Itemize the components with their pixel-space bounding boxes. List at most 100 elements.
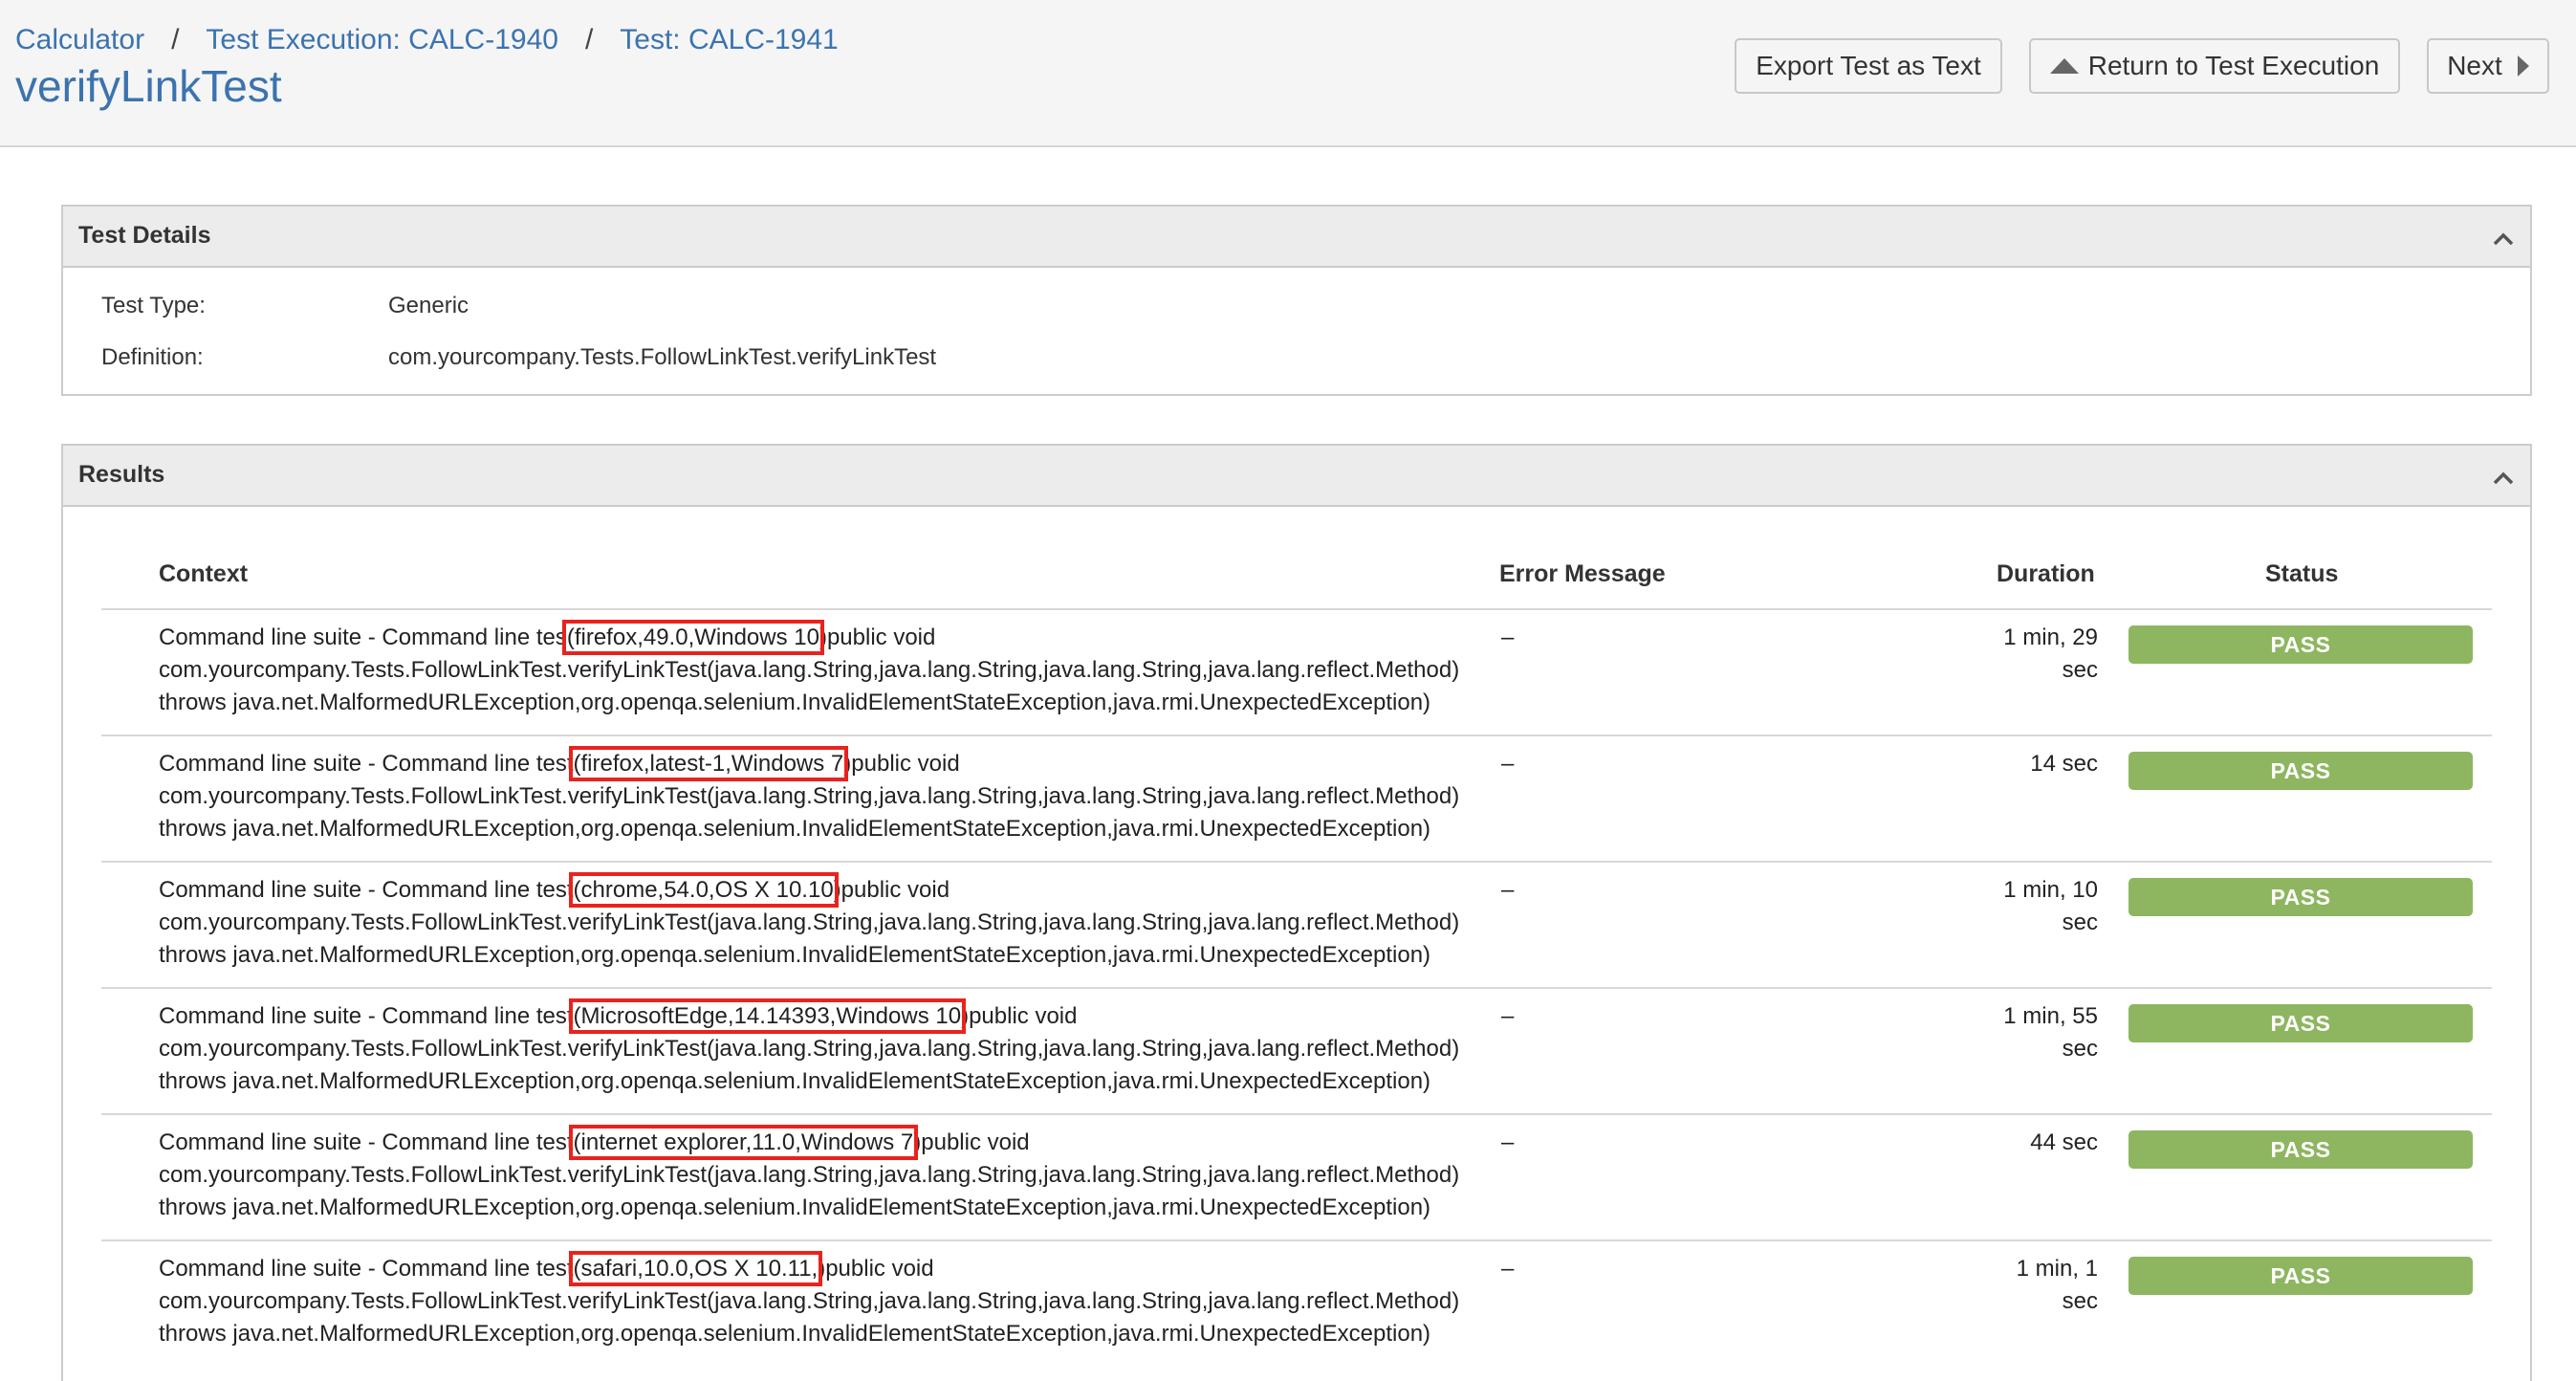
context-throws: throws java.net.MalformedURLException,or… [159,942,1431,968]
context-suffix: )public void [819,625,936,650]
duration-line-1: 1 min, 10 [2003,877,2098,903]
context-suffix: )public void [961,1003,1078,1029]
page-header: Calculator / Test Execution: CALC-1940 /… [0,0,2576,147]
test-details-title: Test Details [78,222,211,249]
table-row: Command line suite - Command line test(M… [101,987,2492,1113]
context-prefix: Command line suite - Command line test [159,877,574,903]
context-prefix: Command line suite - Command line tes [159,625,567,650]
context-throws: throws java.net.MalformedURLException,or… [159,1068,1431,1094]
error-message: – [1501,1256,1515,1282]
results-header: Results [63,446,2530,507]
column-header-context: Context [159,560,249,587]
row-context: Command line suite - Command line test(s… [159,1251,1593,1350]
browser-config-highlight: (chrome,54.0,OS X 10.10 [568,872,839,908]
browser-config-highlight: (internet explorer,11.0,Windows 7 [568,1125,919,1160]
context-prefix: Command line suite - Command line test [159,1129,574,1155]
breadcrumb-execution-link[interactable]: Test Execution: CALC-1940 [206,24,558,56]
duration: 1 min, 10 sec [1907,874,2098,939]
context-suffix: )public void [833,877,950,903]
table-row: Command line suite - Command line test(s… [101,1239,2492,1362]
column-header-status: Status [2265,560,2339,587]
context-throws: throws java.net.MalformedURLException,or… [159,1195,1431,1220]
breadcrumb-test-link[interactable]: Test: CALC-1941 [620,24,838,56]
chevron-up-icon[interactable] [2490,226,2517,252]
results-title: Results [78,461,165,488]
return-to-execution-button[interactable]: Return to Test Execution [2029,38,2400,94]
error-message: – [1501,751,1515,777]
breadcrumb-separator: / [584,24,594,55]
browser-config-highlight: (MicrosoftEdge,14.14393,Windows 10 [568,998,967,1034]
context-method: com.yourcompany.Tests.FollowLinkTest.ver… [159,1288,1460,1314]
status-badge: PASS [2128,752,2473,790]
definition-label: Definition: [101,344,204,370]
test-details-header: Test Details [63,207,2530,268]
row-context: Command line suite - Command line tes(fi… [159,620,1593,719]
row-context: Command line suite - Command line test(i… [159,1125,1593,1224]
context-method: com.yourcompany.Tests.FollowLinkTest.ver… [159,1162,1460,1188]
browser-config-highlight: (firefox,latest-1,Windows 7 [568,746,849,781]
context-method: com.yourcompany.Tests.FollowLinkTest.ver… [159,783,1460,809]
context-method: com.yourcompany.Tests.FollowLinkTest.ver… [159,910,1460,935]
breadcrumb-separator: / [171,24,180,55]
triangle-up-icon [2049,58,2079,74]
breadcrumb-project-link[interactable]: Calculator [15,24,144,56]
row-context: Command line suite - Command line test(c… [159,872,1593,972]
breadcrumb: Calculator / Test Execution: CALC-1940 /… [15,19,839,61]
error-message: – [1501,1129,1515,1155]
duration-line-1: 44 sec [2030,1129,2098,1155]
context-suffix: )public void [913,1129,1030,1155]
test-type-label: Test Type: [101,293,206,318]
test-details-panel: Test Details Test Type: Generic Definiti… [61,205,2532,396]
error-message: – [1501,1003,1515,1029]
context-method: com.yourcompany.Tests.FollowLinkTest.ver… [159,1036,1460,1062]
next-label: Next [2447,51,2502,80]
status-badge: PASS [2128,1130,2473,1169]
browser-config-highlight: (safari,10.0,OS X 10.11, [568,1251,823,1286]
duration-line-2: sec [2062,1288,2098,1314]
table-row: Command line suite - Command line test(c… [101,861,2492,987]
return-label: Return to Test Execution [2087,51,2380,80]
test-type-value: Generic [388,293,469,318]
duration-line-1: 1 min, 1 [2016,1256,2098,1282]
context-throws: throws java.net.MalformedURLException,or… [159,690,1431,715]
duration: 44 sec [1907,1127,2098,1159]
duration-line-2: sec [2062,910,2098,935]
table-row: Command line suite - Command line test(f… [101,734,2492,861]
status-badge: PASS [2128,1004,2473,1042]
status-badge: PASS [2128,625,2473,664]
context-throws: throws java.net.MalformedURLException,or… [159,816,1431,842]
chevron-up-icon[interactable] [2490,465,2517,492]
context-prefix: Command line suite - Command line test [159,1003,574,1029]
definition-value: com.yourcompany.Tests.FollowLinkTest.ver… [388,344,937,370]
duration-line-1: 1 min, 55 [2003,1003,2098,1029]
row-context: Command line suite - Command line test(M… [159,998,1593,1098]
duration-line-2: sec [2062,1036,2098,1062]
duration: 14 sec [1907,748,2098,780]
error-message: – [1501,877,1515,903]
duration-line-1: 1 min, 29 [2003,625,2098,650]
status-badge: PASS [2128,1257,2473,1295]
browser-config-highlight: (firefox,49.0,Windows 10 [561,620,824,655]
next-button[interactable]: Next [2427,38,2549,94]
page-title: verifyLinkTest [15,61,282,111]
export-test-button[interactable]: Export Test as Text [1735,38,2002,94]
duration: 1 min, 55 sec [1907,1000,2098,1065]
table-row: Command line suite - Command line test(i… [101,1113,2492,1239]
context-throws: throws java.net.MalformedURLException,or… [159,1321,1431,1347]
context-prefix: Command line suite - Command line test [159,1256,574,1282]
column-header-error: Error Message [1499,560,1666,587]
status-badge: PASS [2128,878,2473,916]
duration: 1 min, 29 sec [1907,622,2098,687]
context-prefix: Command line suite - Command line test [159,751,574,777]
export-test-label: Export Test as Text [1756,51,1981,80]
context-suffix: )public void [818,1256,934,1282]
duration-line-2: sec [2062,657,2098,683]
duration: 1 min, 1 sec [1907,1253,2098,1318]
table-row: Command line suite - Command line tes(fi… [101,608,2492,734]
context-suffix: )public void [843,751,960,777]
duration-line-1: 14 sec [2030,751,2098,777]
row-context: Command line suite - Command line test(f… [159,746,1593,845]
triangle-right-icon [2517,55,2529,77]
column-header-duration: Duration [1997,560,2095,587]
context-method: com.yourcompany.Tests.FollowLinkTest.ver… [159,657,1460,683]
